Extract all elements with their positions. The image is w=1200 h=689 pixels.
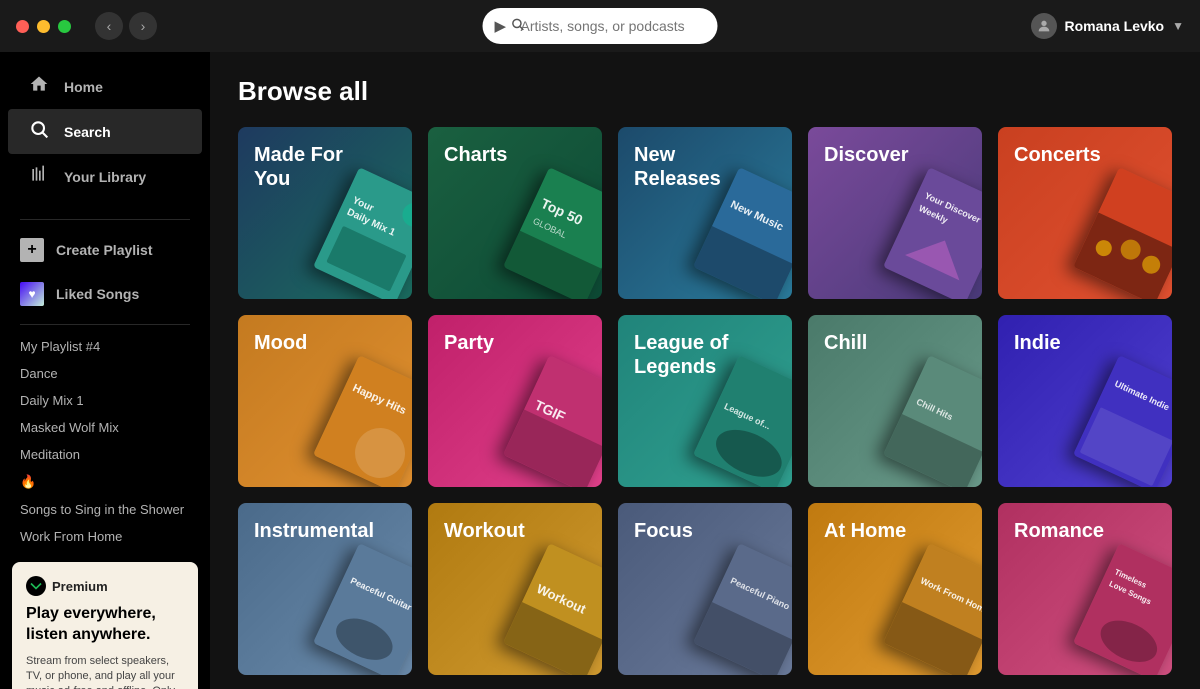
card-art-romance: Timeless Love Songs — [1073, 543, 1172, 675]
card-made-for-you[interactable]: Made For You Your Daily Mix 1 — [238, 127, 412, 299]
card-at-home[interactable]: At Home Work From Home — [808, 503, 982, 675]
premium-banner: Premium Play everywhere, listen anywhere… — [12, 562, 198, 689]
playlist-section: My Playlist #4DanceDaily Mix 1Masked Wol… — [0, 333, 210, 550]
card-art-discover: Your Discover Weekly — [883, 167, 982, 299]
chevron-down-icon: ▼ — [1172, 19, 1184, 33]
card-art-party: TGIF — [503, 355, 602, 487]
create-playlist-action[interactable]: + Create Playlist — [0, 228, 210, 272]
card-romance[interactable]: Romance Timeless Love Songs — [998, 503, 1172, 675]
card-new-releases[interactable]: New Releases New Music — [618, 127, 792, 299]
card-indie[interactable]: Indie Ultimate Indie — [998, 315, 1172, 487]
main-layout: Home Search Your Library — [0, 52, 1200, 689]
liked-songs-action[interactable]: ♥ Liked Songs — [0, 272, 210, 316]
card-label-at-home: At Home — [824, 519, 906, 543]
card-label-mood: Mood — [254, 331, 307, 355]
user-menu[interactable]: Romana Levko ▼ — [1031, 13, 1184, 39]
card-art-charts: Top 50 GLOBAL — [503, 167, 602, 299]
content-area: Browse all Made For You Your Daily Mix 1… — [210, 52, 1200, 689]
card-art-concerts — [1073, 167, 1172, 299]
playlist-item[interactable]: Dance — [20, 360, 190, 387]
page-title: Browse all — [238, 76, 1172, 107]
card-workout[interactable]: Workout Workout — [428, 503, 602, 675]
sidebar: Home Search Your Library — [0, 52, 210, 689]
maximize-button[interactable] — [58, 20, 71, 33]
card-art-workout: Workout — [503, 543, 602, 675]
card-label-concerts: Concerts — [1014, 143, 1101, 167]
search-icon: ▶ — [495, 17, 525, 35]
card-discover[interactable]: Discover Your Discover Weekly — [808, 127, 982, 299]
user-name: Romana Levko — [1065, 18, 1165, 34]
card-label-made-for-you: Made For You — [254, 143, 350, 191]
playlist-item[interactable]: Daily Mix 1 — [20, 387, 190, 414]
premium-title: Play everywhere, listen anywhere. — [26, 604, 184, 646]
sidebar-nav: Home Search Your Library — [0, 52, 210, 211]
card-label-focus: Focus — [634, 519, 693, 543]
home-icon — [28, 74, 50, 99]
playlist-item[interactable]: Meditation — [20, 441, 190, 468]
premium-label: Premium — [52, 579, 108, 594]
plus-icon: + — [20, 238, 44, 262]
card-label-indie: Indie — [1014, 331, 1061, 355]
sidebar-item-library[interactable]: Your Library — [8, 154, 202, 199]
playlist-item[interactable]: Work From Home — [20, 523, 190, 550]
card-label-instrumental: Instrumental — [254, 519, 350, 543]
window-controls — [16, 20, 71, 33]
search-bar-container: ▶ — [483, 8, 718, 44]
playlist-item[interactable]: Songs to Sing in the Shower — [20, 496, 190, 523]
back-button[interactable]: ‹ — [95, 12, 123, 40]
card-charts[interactable]: Charts Top 50 GLOBAL — [428, 127, 602, 299]
card-art-focus: Peaceful Piano — [693, 543, 792, 675]
playlist-item[interactable]: Masked Wolf Mix — [20, 414, 190, 441]
sidebar-divider-2 — [20, 324, 190, 325]
library-icon — [28, 164, 50, 189]
premium-description: Stream from select speakers, TV, or phon… — [26, 654, 184, 689]
card-label-charts: Charts — [444, 143, 507, 167]
card-label-chill: Chill — [824, 331, 867, 355]
card-label-party: Party — [444, 331, 494, 355]
sidebar-item-home[interactable]: Home — [8, 64, 202, 109]
card-label-workout: Workout — [444, 519, 525, 543]
card-focus[interactable]: Focus Peaceful Piano — [618, 503, 792, 675]
user-avatar — [1031, 13, 1057, 39]
card-art-at-home: Work From Home — [883, 543, 982, 675]
card-concerts[interactable]: Concerts — [998, 127, 1172, 299]
card-art-indie: Ultimate Indie — [1073, 355, 1172, 487]
forward-button[interactable]: › — [129, 12, 157, 40]
card-party[interactable]: Party TGIF — [428, 315, 602, 487]
card-lol[interactable]: League of Legends League of... — [618, 315, 792, 487]
card-label-romance: Romance — [1014, 519, 1104, 543]
card-label-new-releases: New Releases — [634, 143, 730, 191]
browse-grid: Made For You Your Daily Mix 1 Charts Top… — [238, 127, 1172, 675]
card-art-chill: Chill Hits — [883, 355, 982, 487]
card-label-lol: League of Legends — [634, 331, 730, 379]
nav-arrows: ‹ › — [95, 12, 157, 40]
close-button[interactable] — [16, 20, 29, 33]
sidebar-divider-1 — [20, 219, 190, 220]
card-chill[interactable]: Chill Chill Hits — [808, 315, 982, 487]
title-bar: ‹ › ▶ Romana Levko ▼ — [0, 0, 1200, 52]
card-label-discover: Discover — [824, 143, 909, 167]
heart-icon: ♥ — [20, 282, 44, 306]
card-instrumental[interactable]: Instrumental Peaceful Guitar — [238, 503, 412, 675]
playlist-item[interactable]: 🔥 — [20, 468, 190, 496]
search-nav-icon — [28, 119, 50, 144]
card-art-mood: Happy Hits — [313, 355, 412, 487]
card-mood[interactable]: Mood Happy Hits — [238, 315, 412, 487]
minimize-button[interactable] — [37, 20, 50, 33]
card-art-instrumental: Peaceful Guitar — [313, 543, 412, 675]
playlist-item[interactable]: My Playlist #4 — [20, 333, 190, 360]
sidebar-item-search[interactable]: Search — [8, 109, 202, 154]
premium-header: Premium — [26, 576, 184, 596]
